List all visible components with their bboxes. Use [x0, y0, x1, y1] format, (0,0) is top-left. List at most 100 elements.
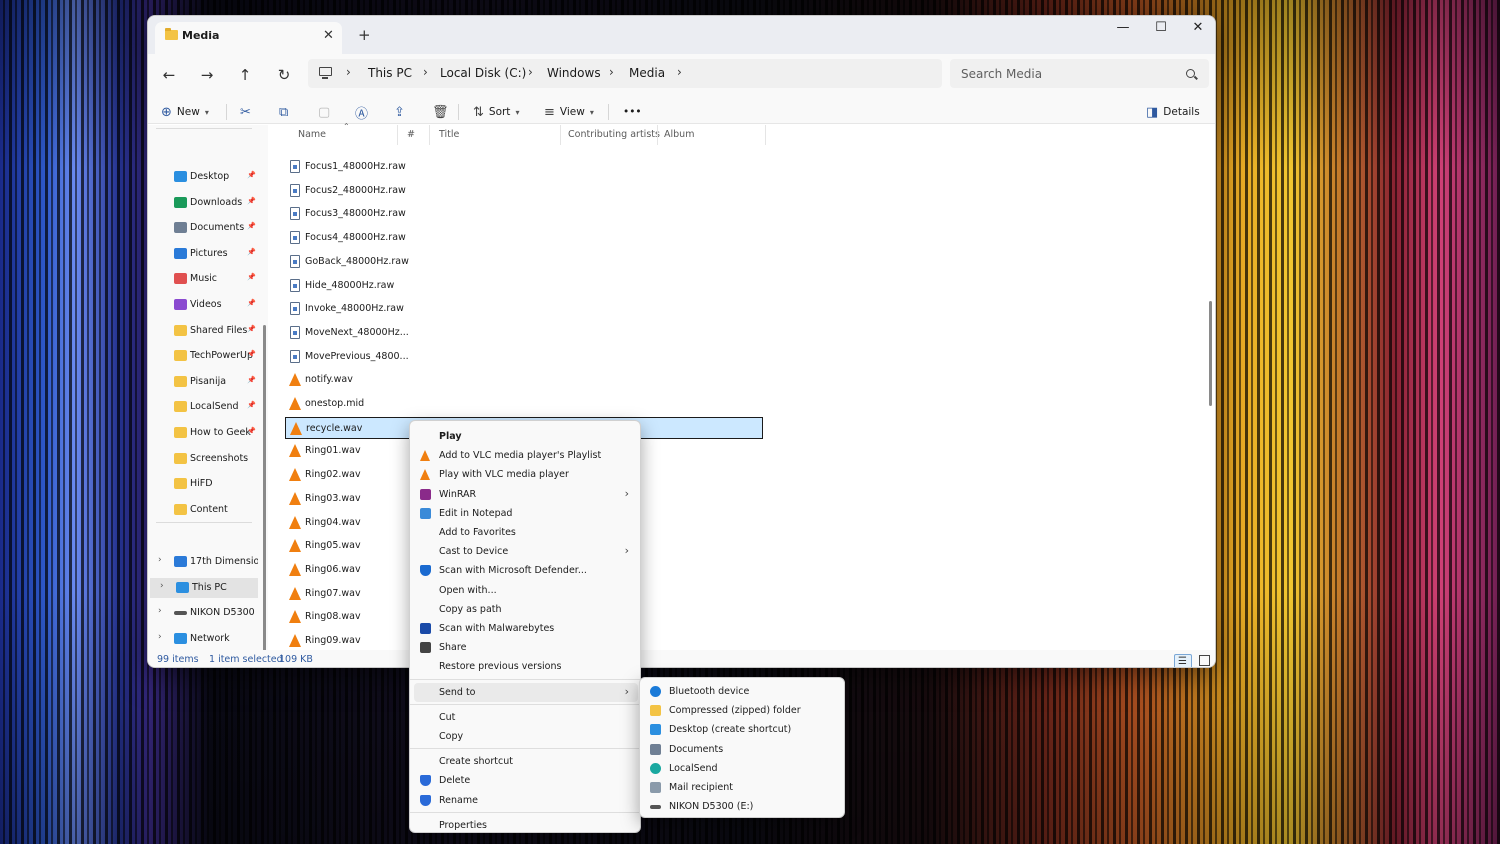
paste-button[interactable]: ▢: [318, 100, 330, 124]
more-options-button[interactable]: •••: [623, 100, 642, 124]
column-header-title[interactable]: Title: [439, 129, 459, 140]
column-divider[interactable]: [765, 125, 766, 145]
file-row[interactable]: Focus4_48000Hz.raw: [285, 227, 763, 249]
column-header-number[interactable]: #: [407, 129, 415, 140]
file-row[interactable]: Focus3_48000Hz.raw: [285, 203, 763, 225]
new-tab-button[interactable]: +: [358, 26, 371, 44]
menu-item-edit-in-notepad[interactable]: Edit in Notepad: [414, 504, 638, 523]
sidebar-item-music[interactable]: Music 📌: [148, 269, 260, 289]
column-divider[interactable]: [657, 125, 658, 145]
menu-item-scan-with-microsoft-defender[interactable]: Scan with Microsoft Defender...: [414, 561, 638, 580]
details-pane-button[interactable]: ◨ Details: [1146, 100, 1200, 124]
menu-item-winrar[interactable]: WinRAR ›: [414, 485, 638, 504]
breadcrumb-windows[interactable]: Windows: [547, 66, 601, 80]
sidebar-item-pictures[interactable]: Pictures 📌: [148, 244, 260, 264]
up-button[interactable]: ↑: [235, 66, 255, 84]
rename-button[interactable]: Ⓐ: [355, 100, 368, 124]
forward-button[interactable]: →: [197, 66, 217, 84]
file-row[interactable]: Invoke_48000Hz.raw: [285, 298, 763, 320]
chevron-right-icon[interactable]: ›: [158, 632, 162, 642]
delete-button[interactable]: 🗑: [432, 100, 449, 124]
sidebar-item-localsend[interactable]: LocalSend 📌: [148, 397, 260, 417]
sidebar-item-videos[interactable]: Videos 📌: [148, 295, 260, 315]
send-to-item-desktop-create-shortcut[interactable]: Desktop (create shortcut): [644, 720, 842, 739]
file-row[interactable]: GoBack_48000Hz.raw: [285, 251, 763, 273]
search-input[interactable]: [950, 59, 1209, 88]
breadcrumb-this-pc[interactable]: This PC: [368, 66, 412, 80]
send-to-item-bluetooth-device[interactable]: Bluetooth device: [644, 682, 842, 701]
sidebar-item-desktop[interactable]: Desktop 📌: [148, 167, 260, 187]
menu-item-add-to-vlc-media-player-s-playlist[interactable]: Add to VLC media player's Playlist: [414, 446, 638, 465]
back-button[interactable]: ←: [159, 66, 179, 84]
menu-item-cut[interactable]: Cut: [414, 708, 638, 727]
menu-item-copy[interactable]: Copy: [414, 727, 638, 746]
menu-item-restore-previous-versions[interactable]: Restore previous versions: [414, 657, 638, 676]
menu-item-send-to[interactable]: Send to ›: [414, 682, 638, 702]
copy-button[interactable]: ⧉: [279, 100, 288, 124]
menu-item-play-with-vlc-media-player[interactable]: Play with VLC media player: [414, 465, 638, 484]
menu-item-add-to-favorites[interactable]: Add to Favorites: [414, 523, 638, 542]
close-button[interactable]: ✕: [1179, 20, 1215, 42]
send-to-item-nikon-d5300-e[interactable]: NIKON D5300 (E:): [644, 797, 842, 816]
file-row[interactable]: MovePrevious_4800...: [285, 346, 763, 368]
menu-item-delete[interactable]: Delete: [414, 771, 638, 790]
sidebar-item-how-to-geek[interactable]: How to Geek 📌: [148, 423, 260, 443]
file-row[interactable]: onestop.mid: [285, 393, 763, 415]
minimize-button[interactable]: —: [1104, 20, 1142, 42]
cut-button[interactable]: ✂: [240, 100, 251, 124]
sidebar-item-17th-dimension[interactable]: › 17th Dimension: [148, 552, 260, 572]
sidebar-item-shared-files[interactable]: Shared Files 📌: [148, 321, 260, 341]
menu-item-play[interactable]: Play: [414, 427, 638, 446]
sidebar-item-techpowerup[interactable]: TechPowerUp 📌: [148, 346, 260, 366]
menu-item-copy-as-path[interactable]: Copy as path: [414, 600, 638, 619]
menu-item-scan-with-malwarebytes[interactable]: Scan with Malwarebytes: [414, 619, 638, 638]
file-list-scrollbar[interactable]: [1209, 301, 1212, 406]
column-header-album[interactable]: Album: [664, 129, 694, 140]
sidebar-item-downloads[interactable]: Downloads 📌: [148, 193, 260, 213]
column-divider[interactable]: [397, 125, 398, 145]
maximize-button[interactable]: ☐: [1142, 20, 1180, 42]
send-to-item-compressed-zipped-folder[interactable]: Compressed (zipped) folder: [644, 701, 842, 720]
file-row[interactable]: notify.wav: [285, 369, 763, 391]
menu-item-create-shortcut[interactable]: Create shortcut: [414, 752, 638, 771]
sidebar-item-pisanija[interactable]: Pisanija 📌: [148, 372, 260, 392]
sort-button[interactable]: ⇅ Sort ▾: [473, 100, 519, 124]
file-row[interactable]: Focus1_48000Hz.raw: [285, 156, 763, 178]
sidebar-item-screenshots[interactable]: Screenshots: [148, 449, 260, 469]
share-button[interactable]: ⇪: [394, 100, 405, 124]
sidebar-item-content[interactable]: Content: [148, 500, 260, 520]
send-to-item-localsend[interactable]: LocalSend: [644, 759, 842, 778]
tab-media[interactable]: Media ✕: [155, 22, 342, 54]
column-divider[interactable]: [429, 125, 430, 145]
column-header-contributing-artists[interactable]: Contributing artists: [568, 129, 660, 140]
sidebar-item-this-pc[interactable]: › This PC: [150, 577, 258, 598]
menu-item-open-with[interactable]: Open with...: [414, 581, 638, 600]
breadcrumb-local-disk[interactable]: Local Disk (C:): [440, 66, 526, 80]
file-row[interactable]: MoveNext_48000Hz...: [285, 322, 763, 344]
sidebar-item-hifd[interactable]: HiFD: [148, 474, 260, 494]
sidebar-item-network[interactable]: › Network: [148, 629, 260, 649]
menu-item-rename[interactable]: Rename: [414, 791, 638, 810]
sidebar-scrollbar[interactable]: [263, 325, 266, 655]
tiles-view-button[interactable]: [1198, 654, 1210, 666]
file-row[interactable]: Focus2_48000Hz.raw: [285, 180, 763, 202]
breadcrumb-media[interactable]: Media: [629, 66, 665, 80]
view-button[interactable]: ≡ View ▾: [544, 100, 594, 124]
search-icon[interactable]: [1186, 69, 1195, 78]
menu-item-cast-to-device[interactable]: Cast to Device ›: [414, 542, 638, 561]
sidebar-item-nikon-d5300-e[interactable]: › NIKON D5300 (E:): [148, 603, 260, 623]
send-to-item-documents[interactable]: Documents: [644, 740, 842, 759]
new-button[interactable]: ⊕ New ▾: [161, 100, 209, 124]
address-bar[interactable]: › This PC › Local Disk (C:) › Windows › …: [308, 59, 942, 88]
sidebar-item-documents[interactable]: Documents 📌: [148, 218, 260, 238]
details-view-button[interactable]: [1174, 654, 1192, 667]
menu-item-share[interactable]: Share: [414, 638, 638, 657]
tab-close-icon[interactable]: ✕: [323, 28, 334, 43]
send-to-item-mail-recipient[interactable]: Mail recipient: [644, 778, 842, 797]
column-header-name[interactable]: Name: [298, 129, 326, 140]
menu-item-properties[interactable]: Properties: [414, 816, 638, 835]
chevron-right-icon[interactable]: ›: [158, 555, 162, 565]
column-divider[interactable]: [560, 125, 561, 145]
file-row[interactable]: Hide_48000Hz.raw: [285, 275, 763, 297]
refresh-button[interactable]: ↻: [274, 66, 294, 84]
